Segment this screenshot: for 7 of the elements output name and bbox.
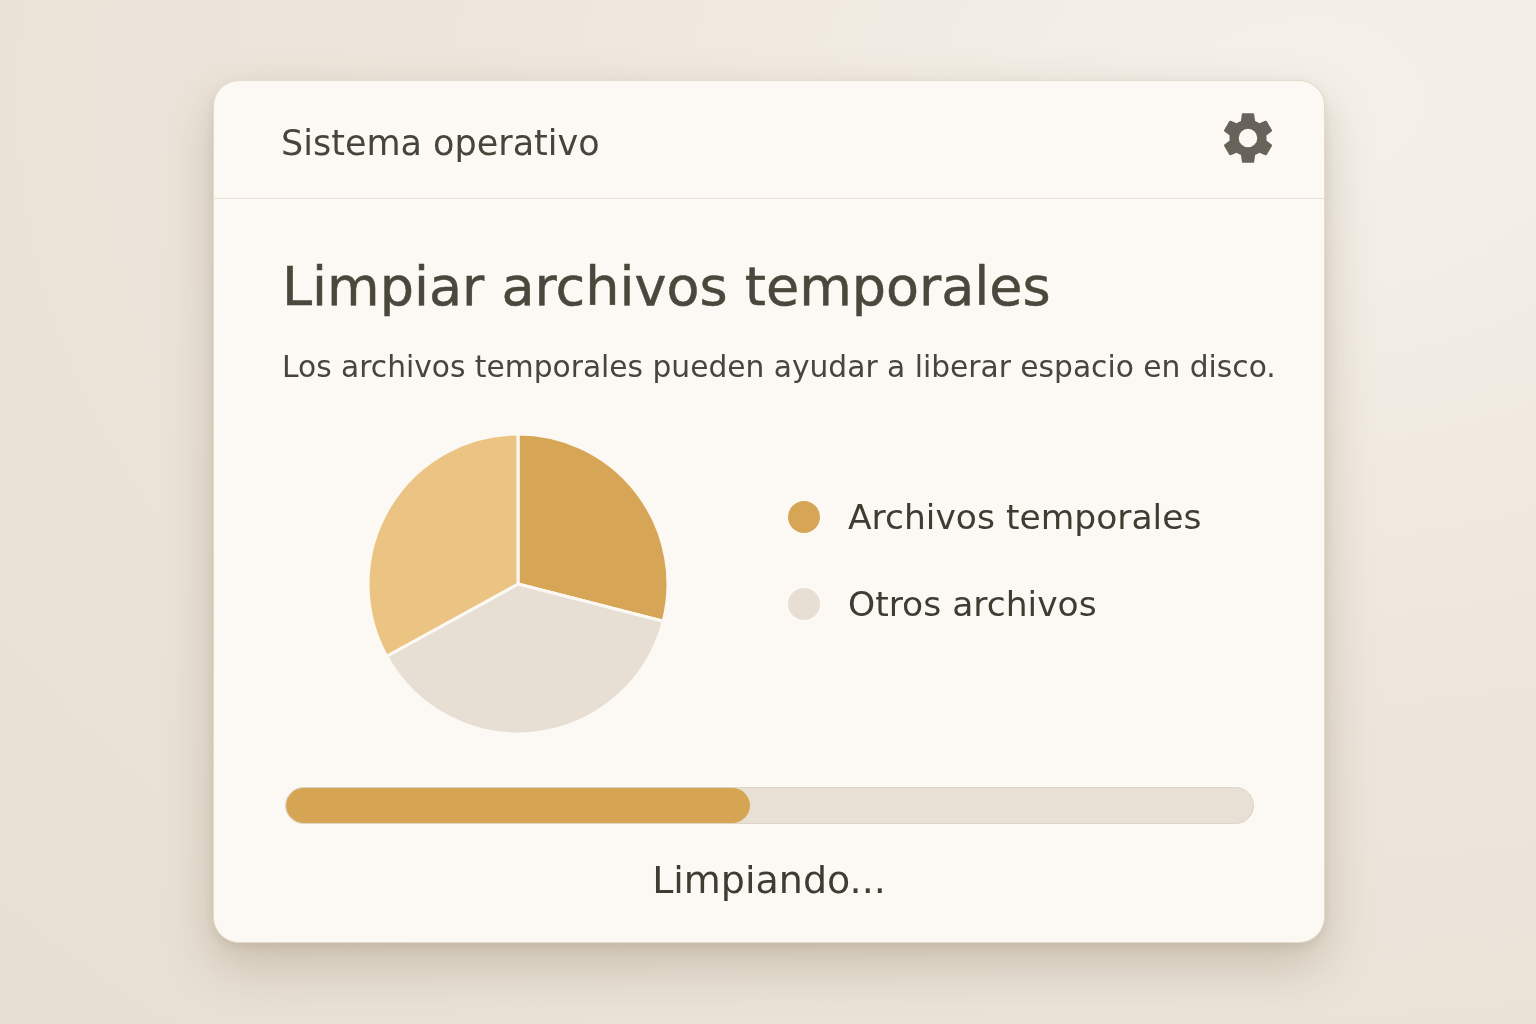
description-text: Los archivos temporales pueden ayudar a liberar espacio en disco. [282, 347, 1276, 386]
legend-label: Archivos temporales [848, 496, 1202, 540]
settings-icon[interactable] [1222, 111, 1274, 164]
page-heading: Limpiar archivos temporales [282, 255, 1051, 320]
legend-label: Otros archivos [848, 583, 1097, 627]
window-title: Sistema operativo [281, 121, 600, 164]
status-text: Limpiando... [652, 858, 886, 904]
